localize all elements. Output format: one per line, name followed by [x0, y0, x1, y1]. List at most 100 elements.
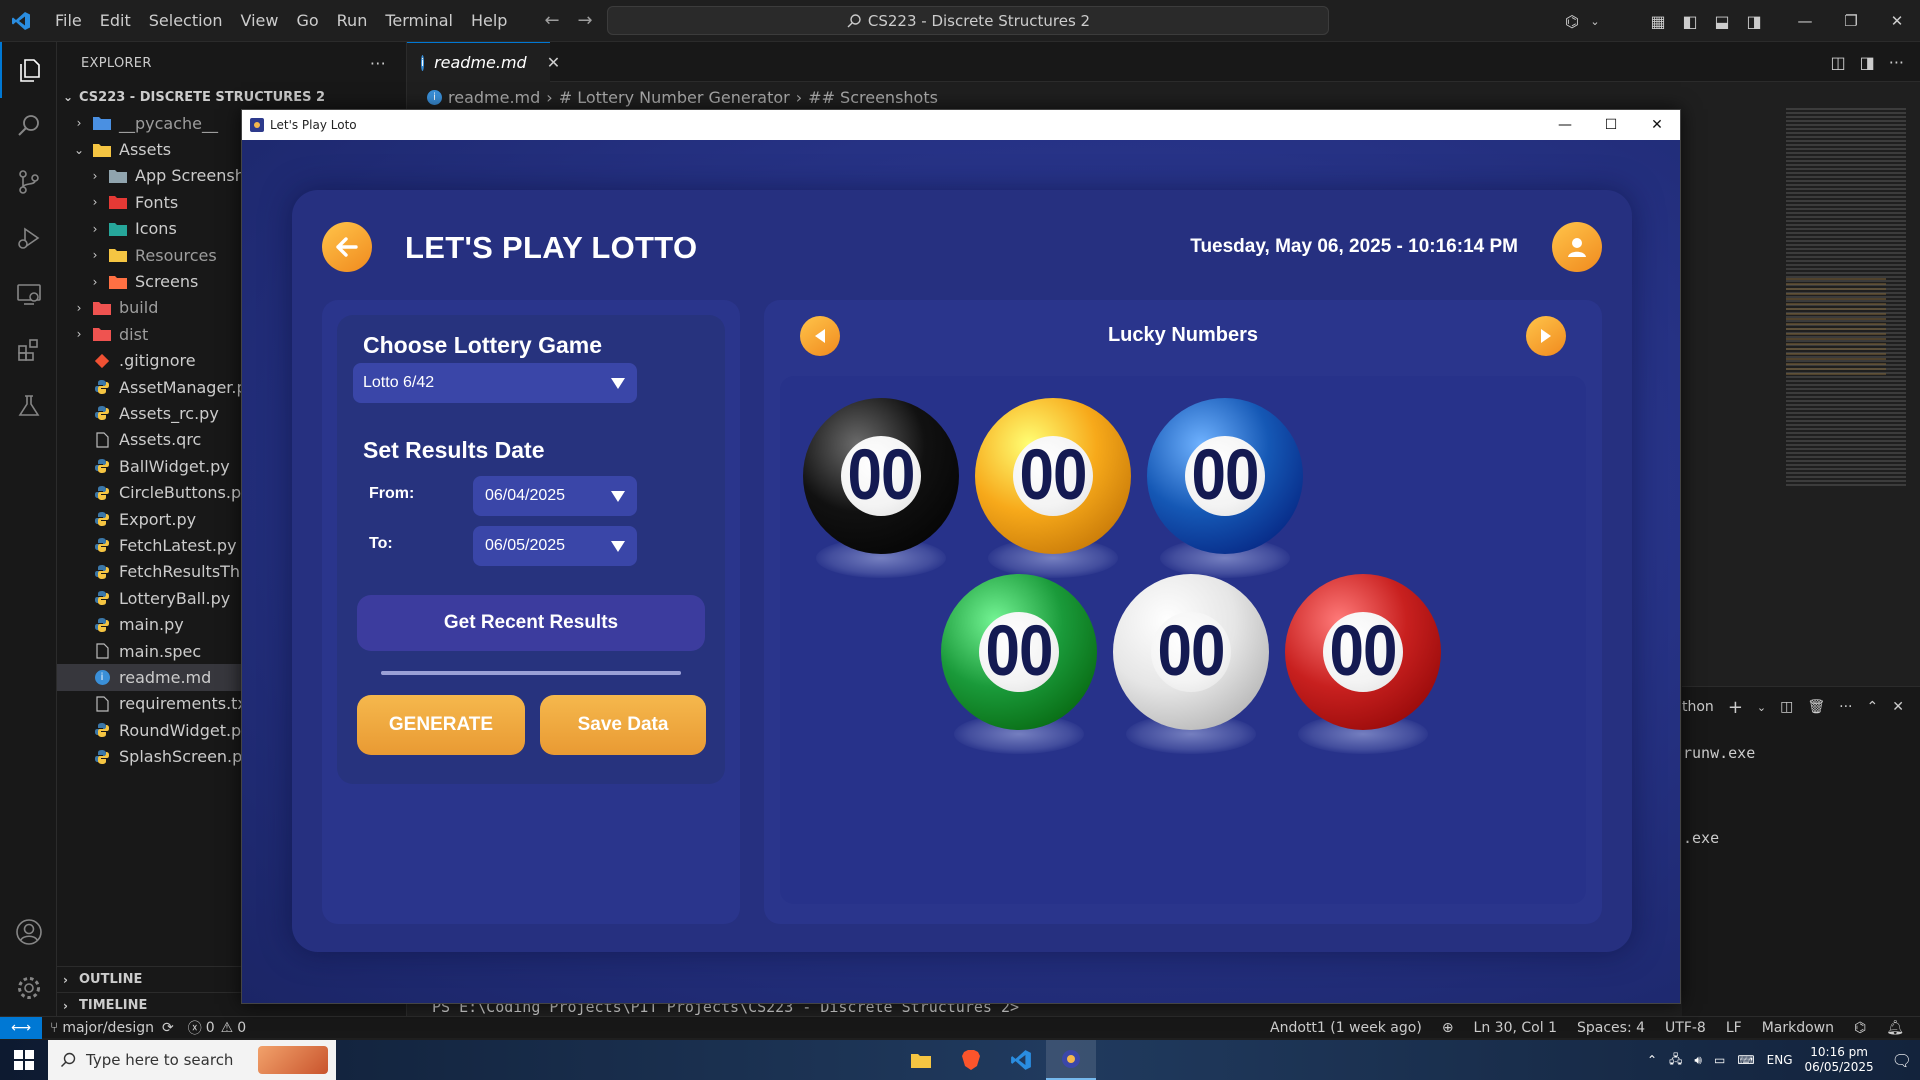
menu-run[interactable]: Run	[328, 11, 377, 30]
minimize-icon[interactable]: —	[1782, 12, 1828, 30]
split-terminal-icon[interactable]: ◫	[1780, 699, 1793, 715]
network-icon[interactable]: 🖧	[1669, 1050, 1682, 1071]
vscode-logo-icon	[0, 0, 42, 42]
python-file-icon	[91, 485, 113, 501]
command-center[interactable]: CS223 - Discrete Structures 2	[607, 6, 1329, 35]
volume-icon[interactable]: 🔊︎	[1694, 1053, 1702, 1068]
next-button[interactable]	[1526, 316, 1566, 356]
app-minimize-icon[interactable]: —	[1542, 110, 1588, 140]
from-date-select[interactable]: 06/04/2025	[473, 476, 637, 516]
generate-button[interactable]: GENERATE	[357, 695, 525, 755]
close-icon[interactable]: ✕	[1874, 12, 1920, 30]
toggle-panel-icon[interactable]: ⬓	[1706, 12, 1738, 31]
terminal-name[interactable]: thon	[1682, 699, 1714, 715]
language-mode[interactable]: Markdown	[1762, 1020, 1834, 1036]
menu-view[interactable]: View	[232, 11, 288, 30]
menu-help[interactable]: Help	[462, 11, 516, 30]
brave-browser-icon[interactable]	[946, 1040, 996, 1080]
encoding[interactable]: UTF-8	[1665, 1020, 1706, 1036]
restore-icon[interactable]: ❐	[1828, 12, 1874, 30]
minimap[interactable]	[1786, 108, 1906, 488]
lotto-app-taskbar-icon[interactable]	[1046, 1040, 1096, 1080]
battery-icon[interactable]: ▭	[1714, 1053, 1725, 1067]
more-actions-icon[interactable]: ···	[370, 54, 386, 73]
remote-explorer-icon[interactable]	[0, 266, 57, 322]
menu-selection[interactable]: Selection	[140, 11, 232, 30]
toggle-secondary-sidebar-icon[interactable]: ◨	[1738, 12, 1770, 31]
app-body: LET'S PLAY LOTTO Tuesday, May 06, 2025 -…	[242, 140, 1680, 1003]
dropdown-arrow-icon	[611, 377, 625, 389]
clock[interactable]: 10:16 pm 06/05/2025	[1805, 1045, 1874, 1075]
get-recent-results-button[interactable]: Get Recent Results	[357, 595, 705, 651]
to-date-select[interactable]: 06/05/2025	[473, 526, 637, 566]
language-indicator[interactable]: ENG	[1767, 1053, 1793, 1067]
open-preview-icon[interactable]: ◫	[1830, 53, 1845, 72]
explorer-icon[interactable]	[0, 42, 57, 98]
search-icon[interactable]	[0, 98, 57, 154]
customize-layout-icon[interactable]: ▦	[1642, 12, 1674, 31]
line-ending[interactable]: LF	[1726, 1020, 1742, 1036]
taskbar-search[interactable]: Type here to search	[48, 1040, 336, 1080]
run-debug-icon[interactable]	[0, 210, 57, 266]
app-maximize-icon[interactable]: ☐	[1588, 110, 1634, 140]
notifications-icon[interactable]: 🗨	[1892, 1051, 1912, 1070]
copilot-status-icon[interactable]: ⌬	[1854, 1020, 1866, 1036]
python-file-icon	[91, 511, 113, 527]
remote-icon[interactable]: ⟷	[0, 1016, 42, 1039]
chevron-right-icon: ›	[63, 998, 68, 1013]
account-icon[interactable]	[0, 904, 57, 960]
chevron-down-icon[interactable]: ⌄	[1757, 701, 1766, 714]
branch-name[interactable]: major/design	[62, 1020, 154, 1036]
testing-icon[interactable]	[0, 378, 57, 434]
workspace-root[interactable]: ⌄ CS223 - DISCRETE STRUCTURES 2	[57, 84, 406, 110]
back-button[interactable]	[322, 222, 372, 272]
settings-panel: Choose Lottery Game Lotto 6/42 Set Resul…	[322, 300, 740, 924]
user-button[interactable]	[1552, 222, 1602, 272]
chevron-up-icon[interactable]: ⌃	[1647, 1053, 1657, 1067]
file-explorer-icon[interactable]	[896, 1040, 946, 1080]
maximize-panel-icon[interactable]: ⌃	[1867, 699, 1879, 715]
add-terminal-icon[interactable]: +	[1728, 697, 1743, 718]
split-editor-icon[interactable]: ◨	[1860, 53, 1875, 72]
extensions-icon[interactable]	[0, 322, 57, 378]
warning-count[interactable]: 0	[237, 1020, 246, 1036]
vscode-taskbar-icon[interactable]	[996, 1040, 1046, 1080]
more-icon[interactable]: ···	[1889, 53, 1904, 72]
copilot-icon[interactable]: ⌬	[1556, 12, 1588, 31]
history-nav: ← →	[544, 10, 592, 31]
menu-edit[interactable]: Edit	[91, 11, 140, 30]
menu-terminal[interactable]: Terminal	[376, 11, 462, 30]
editor-actions: ◫ ◨ ···	[1830, 42, 1920, 82]
source-control-icon[interactable]	[0, 154, 57, 210]
error-count[interactable]: 0	[206, 1020, 215, 1036]
indentation[interactable]: Spaces: 4	[1577, 1020, 1645, 1036]
forward-arrow-icon[interactable]: →	[578, 10, 593, 31]
git-blame[interactable]: Andott1 (1 week ago)	[1270, 1020, 1422, 1036]
breadcrumb-heading2[interactable]: ## Screenshots	[808, 88, 938, 107]
menu-go[interactable]: Go	[287, 11, 327, 30]
tab-readme[interactable]: i readme.md ✕	[407, 42, 560, 82]
chevron-down-icon[interactable]: ⌄	[1588, 15, 1602, 28]
current-datetime: Tuesday, May 06, 2025 - 10:16:14 PM	[1190, 236, 1518, 257]
game-select[interactable]: Lotto 6/42	[353, 363, 637, 403]
trash-icon[interactable]: 🗑	[1807, 699, 1825, 715]
balls-area: 00 00 00 00 00 00	[780, 376, 1586, 904]
keyboard-icon[interactable]: ⌨	[1737, 1053, 1754, 1067]
to-date-value: 06/05/2025	[485, 537, 566, 554]
gear-icon[interactable]	[0, 960, 57, 1016]
cursor-position[interactable]: Ln 30, Col 1	[1474, 1020, 1557, 1036]
more-icon[interactable]: ···	[1839, 699, 1852, 715]
zoom-icon[interactable]: ⊕	[1442, 1020, 1454, 1036]
app-close-icon[interactable]: ✕	[1634, 110, 1680, 140]
close-panel-icon[interactable]: ✕	[1892, 699, 1904, 715]
toggle-sidebar-icon[interactable]: ◧	[1674, 12, 1706, 31]
bell-icon[interactable]: 🔔︎	[1886, 1020, 1904, 1036]
back-arrow-icon[interactable]: ←	[544, 10, 559, 31]
menu-file[interactable]: File	[46, 11, 91, 30]
breadcrumb-file[interactable]: readme.md	[448, 88, 540, 107]
sync-icon[interactable]: ⟳	[162, 1020, 174, 1036]
breadcrumb-heading1[interactable]: # Lottery Number Generator	[559, 88, 790, 107]
close-tab-icon[interactable]: ✕	[547, 53, 560, 72]
save-data-button[interactable]: Save Data	[540, 695, 706, 755]
windows-start-icon[interactable]	[0, 1040, 48, 1080]
